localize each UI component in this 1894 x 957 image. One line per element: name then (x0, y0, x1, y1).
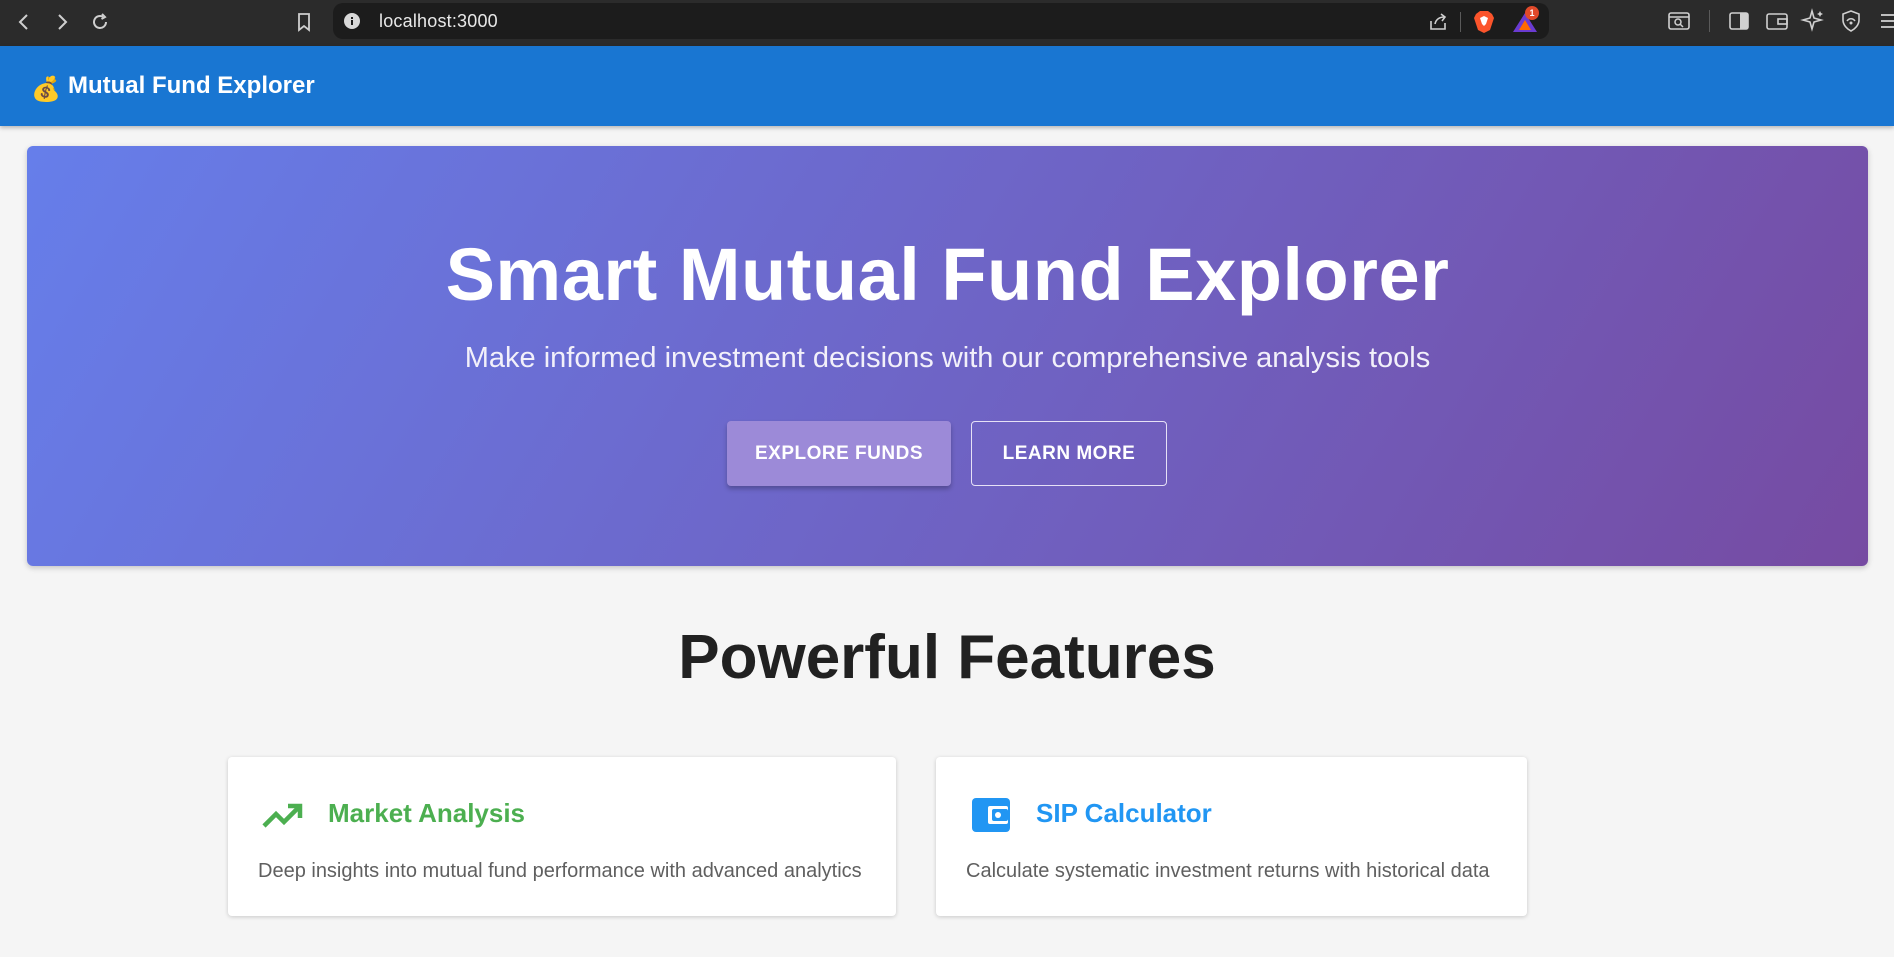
money-bag-icon: 💰 (31, 76, 61, 103)
feature-card-title: Market Analysis (328, 798, 526, 828)
app-title[interactable]: Mutual Fund Explorer (68, 72, 315, 100)
sidebar-button[interactable] (1726, 8, 1752, 34)
omnibox-divider (1460, 12, 1461, 32)
feature-card-description: Calculate systematic investment returns … (966, 860, 1490, 882)
brave-shields-icon[interactable] (1473, 10, 1495, 34)
hero-title: Smart Mutual Fund Explorer (445, 233, 1450, 316)
feature-card-sip-calculator[interactable]: SIP Calculator Calculate systematic inve… (936, 757, 1527, 916)
bookmark-button[interactable] (288, 6, 320, 38)
notification-badge: 1 (1525, 6, 1539, 20)
shield-icon (1842, 10, 1860, 32)
tab-search-icon (1668, 12, 1690, 30)
trending-up-icon (262, 803, 303, 828)
browser-toolbar: localhost:3000 1 (0, 0, 1894, 46)
features-title: Powerful Features (678, 623, 1216, 692)
back-button[interactable] (8, 6, 40, 38)
reload-button[interactable] (84, 6, 116, 38)
wallet-icon (972, 798, 1010, 832)
hero-banner: Smart Mutual Fund Explorer Make informed… (27, 146, 1868, 566)
hero-subtitle: Make informed investment decisions with … (464, 342, 1431, 374)
explore-funds-button[interactable]: EXPLORE FUNDS (727, 421, 951, 486)
learn-more-button[interactable]: LEARN MORE (971, 421, 1167, 486)
wallet-button[interactable] (1764, 8, 1790, 34)
feature-card-title: SIP Calculator (1036, 798, 1212, 828)
hamburger-menu-icon (1881, 14, 1894, 28)
feature-card-description: Deep insights into mutual fund performan… (258, 860, 862, 882)
app-header: 💰 Mutual Fund Explorer (0, 46, 1894, 126)
url-text[interactable]: localhost:3000 (379, 11, 498, 32)
info-icon[interactable] (343, 12, 361, 30)
sidebar-icon (1729, 12, 1749, 30)
wallet-icon (1766, 13, 1788, 30)
feature-card-market-analysis[interactable]: Market Analysis Deep insights into mutua… (228, 757, 896, 916)
vpn-button[interactable] (1838, 8, 1864, 34)
sparkle-icon (1800, 8, 1824, 32)
toolbar-divider (1709, 10, 1710, 32)
tab-search-button[interactable] (1666, 8, 1692, 34)
share-icon[interactable] (1427, 11, 1449, 33)
chevron-left-icon (18, 14, 28, 30)
chevron-right-icon (58, 14, 68, 30)
reload-icon (93, 13, 107, 29)
bookmark-icon (298, 13, 310, 32)
address-bar[interactable]: localhost:3000 1 (333, 3, 1549, 39)
menu-button[interactable] (1874, 8, 1894, 34)
forward-button[interactable] (46, 6, 78, 38)
leo-ai-button[interactable] (1800, 8, 1826, 34)
